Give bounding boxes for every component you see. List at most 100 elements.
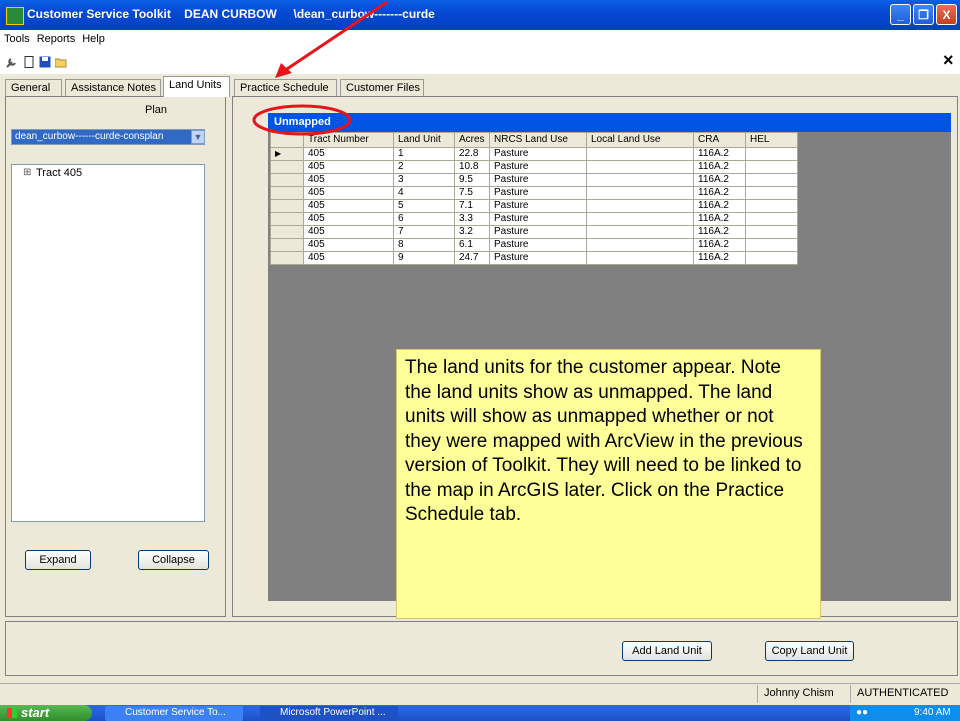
tab-customer-files[interactable]: Customer Files	[340, 79, 424, 96]
table-cell[interactable]: 116A.2	[693, 251, 746, 265]
table-cell[interactable]	[745, 212, 798, 226]
table-row[interactable]: 405 5 7.1 Pasture 116A.2	[270, 199, 798, 213]
open-folder-icon[interactable]	[55, 56, 67, 68]
table-cell[interactable]: 405	[303, 160, 394, 174]
table-cell[interactable]: 405	[303, 251, 394, 265]
table-cell[interactable]: 405	[303, 147, 394, 161]
table-cell[interactable]: 116A.2	[693, 173, 746, 187]
restore-button[interactable]: ❐	[913, 4, 934, 25]
table-cell[interactable]: 6.1	[454, 238, 490, 252]
close-button[interactable]: X	[936, 4, 957, 25]
column-header[interactable]: Local Land Use	[586, 132, 694, 148]
row-selector[interactable]	[270, 225, 304, 239]
tab-land-units[interactable]: Land Units	[163, 76, 230, 97]
row-selector[interactable]	[270, 238, 304, 252]
table-cell[interactable]	[586, 147, 694, 161]
table-cell[interactable]	[586, 238, 694, 252]
table-row[interactable]: 405 8 6.1 Pasture 116A.2	[270, 238, 798, 252]
table-cell[interactable]	[586, 186, 694, 200]
table-cell[interactable]: 7.5	[454, 186, 490, 200]
copy-land-unit-button[interactable]: Copy Land Unit	[765, 641, 854, 661]
column-header[interactable]: Acres	[454, 132, 490, 148]
table-row[interactable]: 405 2 10.8 Pasture 116A.2	[270, 160, 798, 174]
menu-tools[interactable]: Tools	[0, 30, 33, 45]
table-row[interactable]: 405 6 3.3 Pasture 116A.2	[270, 212, 798, 226]
table-cell[interactable]: 116A.2	[693, 147, 746, 161]
table-cell[interactable]	[586, 212, 694, 226]
row-selector[interactable]	[270, 212, 304, 226]
tools-icon[interactable]	[6, 56, 18, 68]
table-cell[interactable]: 10.8	[454, 160, 490, 174]
row-selector[interactable]	[270, 251, 304, 265]
column-header[interactable]: Tract Number	[303, 132, 394, 148]
table-cell[interactable]: 24.7	[454, 251, 490, 265]
table-cell[interactable]: 116A.2	[693, 199, 746, 213]
table-cell[interactable]: 22.8	[454, 147, 490, 161]
table-cell[interactable]: 5	[393, 199, 455, 213]
table-cell[interactable]: 9	[393, 251, 455, 265]
row-selector[interactable]	[270, 199, 304, 213]
table-cell[interactable]	[745, 238, 798, 252]
table-cell[interactable]: 7.1	[454, 199, 490, 213]
row-selector[interactable]	[270, 186, 304, 200]
tab-practice-schedule[interactable]: Practice Schedule	[234, 79, 337, 96]
table-cell[interactable]: Pasture	[489, 186, 587, 200]
table-cell[interactable]: Pasture	[489, 147, 587, 161]
table-cell[interactable]: Pasture	[489, 160, 587, 174]
minimize-button[interactable]: _	[890, 4, 911, 25]
table-cell[interactable]: 3.2	[454, 225, 490, 239]
plan-select[interactable]: dean_curbow------curde-consplan	[11, 129, 205, 145]
table-cell[interactable]	[745, 147, 798, 161]
table-cell[interactable]	[745, 160, 798, 174]
table-cell[interactable]	[745, 225, 798, 239]
table-cell[interactable]	[745, 199, 798, 213]
table-cell[interactable]	[586, 251, 694, 265]
tree-item-tract[interactable]: Tract 405	[36, 167, 82, 179]
column-header[interactable]: HEL	[745, 132, 798, 148]
row-selector[interactable]	[270, 173, 304, 187]
table-cell[interactable]	[586, 225, 694, 239]
table-cell[interactable]: 116A.2	[693, 212, 746, 226]
table-cell[interactable]	[745, 186, 798, 200]
table-cell[interactable]: 9.5	[454, 173, 490, 187]
add-land-unit-button[interactable]: Add Land Unit	[622, 641, 712, 661]
table-cell[interactable]: 7	[393, 225, 455, 239]
menu-help[interactable]: Help	[78, 30, 108, 45]
table-cell[interactable]: 405	[303, 173, 394, 187]
table-cell[interactable]: Pasture	[489, 251, 587, 265]
new-document-icon[interactable]	[23, 56, 35, 68]
table-cell[interactable]: 405	[303, 212, 394, 226]
collapse-button[interactable]: Collapse	[138, 550, 209, 570]
save-icon[interactable]	[39, 56, 51, 68]
table-cell[interactable]: 8	[393, 238, 455, 252]
taskbar-item-customer-service[interactable]: Customer Service To...	[105, 706, 243, 721]
table-cell[interactable]: 3	[393, 173, 455, 187]
column-header[interactable]: NRCS Land Use	[489, 132, 587, 148]
table-cell[interactable]: 405	[303, 238, 394, 252]
column-header[interactable]: CRA	[693, 132, 746, 148]
tab-assistance-notes[interactable]: Assistance Notes	[65, 79, 161, 96]
table-cell[interactable]	[745, 251, 798, 265]
table-cell[interactable]: Pasture	[489, 238, 587, 252]
table-row[interactable]: 405 9 24.7 Pasture 116A.2	[270, 251, 798, 265]
table-cell[interactable]	[586, 199, 694, 213]
table-cell[interactable]: 405	[303, 225, 394, 239]
column-header[interactable]: Land Unit	[393, 132, 455, 148]
table-cell[interactable]: Pasture	[489, 212, 587, 226]
table-cell[interactable]: 2	[393, 160, 455, 174]
table-cell[interactable]: 3.3	[454, 212, 490, 226]
table-cell[interactable]: Pasture	[489, 173, 587, 187]
expand-button[interactable]: Expand	[25, 550, 91, 570]
table-cell[interactable]	[586, 160, 694, 174]
table-row[interactable]: ▶ 405 1 22.8 Pasture 116A.2	[270, 147, 798, 161]
table-cell[interactable]: 4	[393, 186, 455, 200]
table-cell[interactable]: 116A.2	[693, 160, 746, 174]
table-cell[interactable]: Pasture	[489, 225, 587, 239]
row-selector[interactable]: ▶	[270, 147, 304, 161]
table-cell[interactable]: 116A.2	[693, 186, 746, 200]
table-cell[interactable]: 116A.2	[693, 225, 746, 239]
tab-general[interactable]: General	[5, 79, 62, 96]
table-cell[interactable]: 1	[393, 147, 455, 161]
start-button[interactable]: start	[0, 705, 92, 721]
tree-expand-icon[interactable]: ⊞	[23, 167, 31, 178]
